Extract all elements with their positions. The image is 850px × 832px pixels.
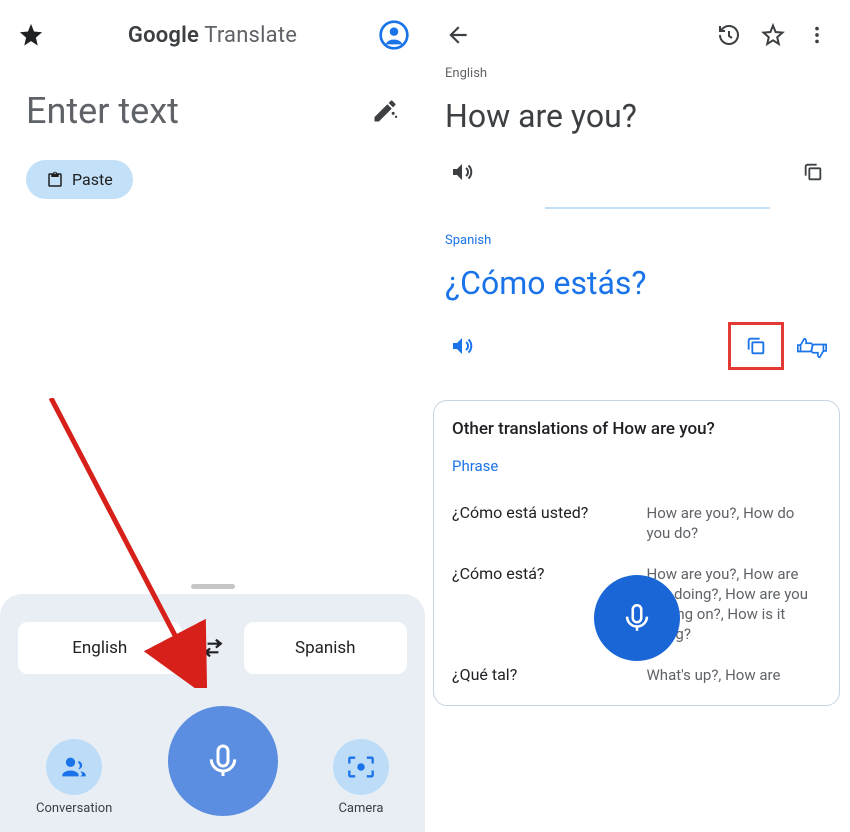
- source-tools: [425, 151, 850, 199]
- source-language-button[interactable]: English: [18, 622, 182, 674]
- copy-target-icon[interactable]: [739, 329, 773, 363]
- row-source: ¿Qué tal?: [452, 665, 627, 684]
- left-header: Google Translate: [0, 0, 425, 62]
- row-meaning: How are you?, How do you do?: [647, 503, 822, 544]
- right-header: [425, 0, 850, 62]
- left-pane: Google Translate Enter text Paste Englis…: [0, 0, 425, 832]
- swap-languages-icon[interactable]: [196, 631, 230, 665]
- app-title: Google Translate: [48, 23, 377, 48]
- row-meaning: What's up?, How are: [647, 665, 822, 685]
- divider: [545, 207, 770, 209]
- enter-placeholder: Enter text: [26, 90, 179, 132]
- conversation-button[interactable]: [46, 739, 102, 795]
- phrase-label: Phrase: [452, 457, 821, 475]
- source-text: How are you?: [425, 85, 850, 151]
- voice-fab[interactable]: [594, 575, 680, 661]
- feedback-icon[interactable]: [796, 329, 830, 363]
- target-text: ¿Cómo estás?: [425, 252, 850, 318]
- speaker-target-icon[interactable]: [445, 329, 479, 363]
- copy-highlight-box: [728, 322, 784, 370]
- handwriting-icon[interactable]: [371, 97, 399, 125]
- card-title: Other translations of How are you?: [452, 419, 821, 439]
- star-outline-icon[interactable]: [756, 18, 790, 52]
- action-row: Conversation Camera: [18, 706, 407, 820]
- table-row[interactable]: ¿Cómo está usted? How are you?, How do y…: [452, 493, 821, 554]
- language-row: English Spanish: [18, 622, 407, 674]
- source-lang-label: English: [425, 62, 850, 85]
- paste-label: Paste: [72, 170, 113, 189]
- voice-action: [168, 706, 278, 816]
- target-lang-label: Spanish: [425, 229, 850, 252]
- paste-button[interactable]: Paste: [26, 160, 133, 199]
- voice-button[interactable]: [168, 706, 278, 816]
- bottom-panel: English Spanish Conversation: [0, 594, 425, 832]
- speaker-source-icon[interactable]: [445, 155, 479, 189]
- back-icon[interactable]: [441, 18, 475, 52]
- row-source: ¿Cómo está?: [452, 564, 627, 583]
- input-area[interactable]: Enter text: [0, 62, 425, 142]
- history-icon[interactable]: [712, 18, 746, 52]
- account-icon[interactable]: [377, 18, 411, 52]
- other-translations-card: Other translations of How are you? Phras…: [433, 400, 840, 706]
- paste-row: Paste: [0, 142, 425, 199]
- target-language-button[interactable]: Spanish: [244, 622, 408, 674]
- row-source: ¿Cómo está usted?: [452, 503, 627, 522]
- target-tools: [425, 318, 850, 380]
- camera-button[interactable]: [333, 739, 389, 795]
- star-icon[interactable]: [14, 18, 48, 52]
- conversation-label: Conversation: [36, 801, 112, 816]
- copy-source-icon[interactable]: [796, 155, 830, 189]
- camera-action: Camera: [333, 739, 389, 816]
- conversation-action: Conversation: [36, 739, 112, 816]
- right-pane: English How are you? Spanish ¿Cómo estás…: [425, 0, 850, 832]
- camera-label: Camera: [338, 801, 383, 816]
- more-icon[interactable]: [800, 18, 834, 52]
